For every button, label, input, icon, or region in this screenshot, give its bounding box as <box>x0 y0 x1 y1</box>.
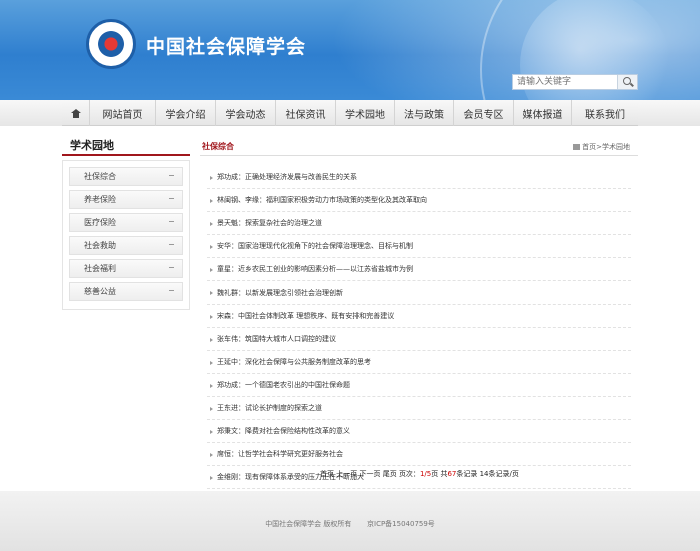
article-link[interactable]: 张车伟：筑国特大城市人口调控的建议 <box>207 328 631 351</box>
nav-item-about[interactable]: 学会介绍 <box>156 100 216 126</box>
nav-item-news[interactable]: 学会动态 <box>216 100 276 126</box>
pager-page-unit: 页 <box>431 470 439 478</box>
category-title: 社保综合 <box>202 142 234 151</box>
sidebar-item-label: 养老保险 <box>84 195 116 204</box>
nav-item-members[interactable]: 会员专区 <box>454 100 514 126</box>
home-icon <box>573 144 581 150</box>
arrow-icon <box>169 290 174 291</box>
arrow-icon <box>169 198 174 199</box>
arrow-icon <box>169 267 174 268</box>
breadcrumb: 首页>学术园地 <box>573 142 630 152</box>
search-input[interactable] <box>513 75 617 89</box>
content-header: 社保综合 首页>学术园地 <box>200 139 638 156</box>
pager-page-label: 页次： <box>398 470 420 478</box>
article-link[interactable]: 童星：近乡农民工创业的影响因素分析——以江苏省盐城市为例 <box>207 258 631 282</box>
pagination: 首页 上一页 下一页 尾页 页次：1/5页 共67条记录 14条记录/页 <box>320 469 519 479</box>
article-link[interactable]: 景天魁：探索复杂社会的治理之道 <box>207 212 631 236</box>
sidebar-item-relief[interactable]: 社会救助 <box>69 236 183 255</box>
nav-item-contact[interactable]: 联系我们 <box>572 100 638 126</box>
breadcrumb-current[interactable]: >学术园地 <box>596 143 630 151</box>
sidebar-item-pension[interactable]: 养老保险 <box>69 190 183 209</box>
footer-text: 中国社会保障学会 版权所有 京ICP备15040759号 <box>0 519 700 529</box>
footer: 中国社会保障学会 版权所有 京ICP备15040759号 <box>0 491 700 551</box>
nav-item-academic[interactable]: 学术园地 <box>336 100 395 126</box>
footer-icp[interactable]: 京ICP备15040759号 <box>367 520 435 528</box>
nav-item-media[interactable]: 媒体报道 <box>514 100 572 126</box>
article-link[interactable]: 林闽钢、李缘：福利国家积极劳动力市场政策的类型化及其改革取向 <box>207 189 631 213</box>
nav-item-social-info[interactable]: 社保资讯 <box>276 100 336 126</box>
pager-page-value: 1/5 <box>419 470 432 478</box>
home-icon <box>70 108 81 118</box>
header-banner: 中国社会保障学会 <box>0 0 700 100</box>
pager-per-page: 14 <box>479 470 489 478</box>
article-link[interactable]: 郑功成：正确处理经济发展与改善民生的关系 <box>207 166 631 190</box>
article-list: 郑功成：正确处理经济发展与改善民生的关系 林闽钢、李缘：福利国家积极劳动力市场政… <box>207 166 631 490</box>
society-logo[interactable] <box>86 19 136 69</box>
article-link[interactable]: 王延中：深化社会保障与公共服务制度改革的思考 <box>207 351 631 374</box>
main-nav: 网站首页 学会介绍 学会动态 社保资讯 学术园地 法与政策 会员专区 媒体报道 … <box>62 100 638 126</box>
sidebar-item-welfare[interactable]: 社会福利 <box>69 259 183 278</box>
pager-total-unit: 条记录 <box>456 470 478 478</box>
sidebar-item-label: 社保综合 <box>84 172 116 181</box>
sidebar-item-medical[interactable]: 医疗保险 <box>69 213 183 232</box>
search-box <box>512 74 638 90</box>
footer-copyright: 中国社会保障学会 版权所有 <box>265 520 352 528</box>
pager-next[interactable]: 下一页 <box>359 470 380 478</box>
nav-home-icon-button[interactable] <box>62 100 90 126</box>
sidebar-item-charity[interactable]: 慈善公益 <box>69 282 183 301</box>
pager-per-page-unit: 条记录/页 <box>488 470 519 478</box>
article-link[interactable]: 安华：国家治理现代化视角下的社会保障治理理念、目标与机制 <box>207 235 631 259</box>
article-link[interactable]: 郑秉文：降费对社会保险结构性改革的意义 <box>207 420 631 444</box>
sidebar-item-label: 慈善公益 <box>84 287 116 296</box>
search-icon[interactable] <box>617 75 637 89</box>
article-link[interactable]: 郑功成：一个德国老农引出的中国社保命题 <box>207 374 631 397</box>
article-link[interactable]: 席恒：让哲学社会科学研究更好服务社会 <box>207 443 631 467</box>
arrow-icon <box>169 244 174 245</box>
arrow-icon <box>169 221 174 222</box>
sidebar-item-label: 社会福利 <box>84 264 116 273</box>
arrow-icon <box>169 175 174 176</box>
sidebar-title: 学术园地 <box>62 137 190 156</box>
nav-item-law-policy[interactable]: 法与政策 <box>395 100 454 126</box>
sidebar-item-label: 医疗保险 <box>84 218 116 227</box>
article-link[interactable]: 魏礼群：以新发展理念引领社会治理创新 <box>207 281 631 305</box>
sidebar-item-general[interactable]: 社保综合 <box>69 167 183 186</box>
sidebar-list: 社保综合 养老保险 医疗保险 社会救助 社会福利 慈善公益 <box>62 160 190 310</box>
pager-first[interactable]: 首页 <box>320 470 334 478</box>
pager-last[interactable]: 尾页 <box>383 470 397 478</box>
nav-item-home[interactable]: 网站首页 <box>90 100 156 126</box>
site-title: 中国社会保障学会 <box>146 36 307 58</box>
pager-prev[interactable]: 上一页 <box>336 470 357 478</box>
sidebar-item-label: 社会救助 <box>84 241 116 250</box>
article-link[interactable]: 宋森：中国社会体制改革 理想秩序、既有安排和完善建议 <box>207 305 631 328</box>
breadcrumb-home[interactable]: 首页 <box>582 143 596 151</box>
article-link[interactable]: 王东进：试论长护制度的探索之道 <box>207 397 631 421</box>
